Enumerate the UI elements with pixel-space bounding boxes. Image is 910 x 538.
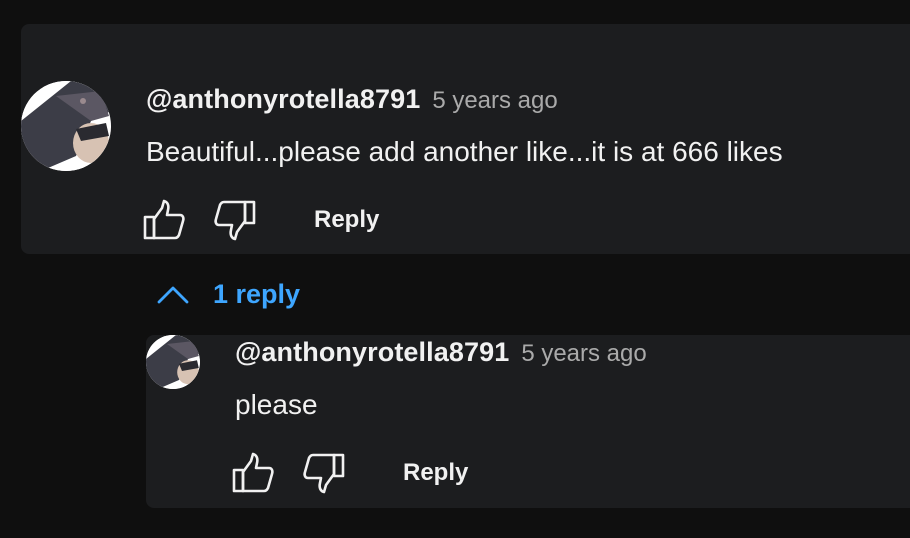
replies-count-label: 1 reply [213, 278, 301, 309]
thumbs-up-icon[interactable] [142, 198, 186, 242]
chevron-up-icon [157, 286, 189, 304]
comment-timestamp[interactable]: 5 years ago [432, 87, 557, 115]
comment-actions: Reply [142, 198, 379, 242]
reply-avatar[interactable] [146, 335, 200, 389]
reply-actions: Reply [231, 451, 468, 495]
thumbs-up-icon[interactable] [231, 451, 275, 495]
comment-text: Beautiful...please add another like...it… [146, 136, 783, 167]
avatar[interactable] [21, 81, 111, 171]
reply-button[interactable]: Reply [314, 206, 379, 234]
comment-author[interactable]: @anthonyrotella8791 [146, 84, 420, 115]
comment-meta: @anthonyrotella8791 5 years ago [146, 84, 558, 115]
reply-author[interactable]: @anthonyrotella8791 [235, 337, 509, 368]
reply-meta: @anthonyrotella8791 5 years ago [235, 337, 647, 368]
thumbs-down-icon[interactable] [213, 198, 257, 242]
thumbs-down-icon[interactable] [302, 451, 346, 495]
toggle-replies-button[interactable]: 1 reply [155, 276, 300, 312]
reply-timestamp[interactable]: 5 years ago [521, 340, 646, 368]
reply-text: please [235, 389, 318, 420]
comments-thread: @anthonyrotella8791 5 years ago Beautifu… [0, 0, 910, 538]
reply-button[interactable]: Reply [403, 459, 468, 487]
